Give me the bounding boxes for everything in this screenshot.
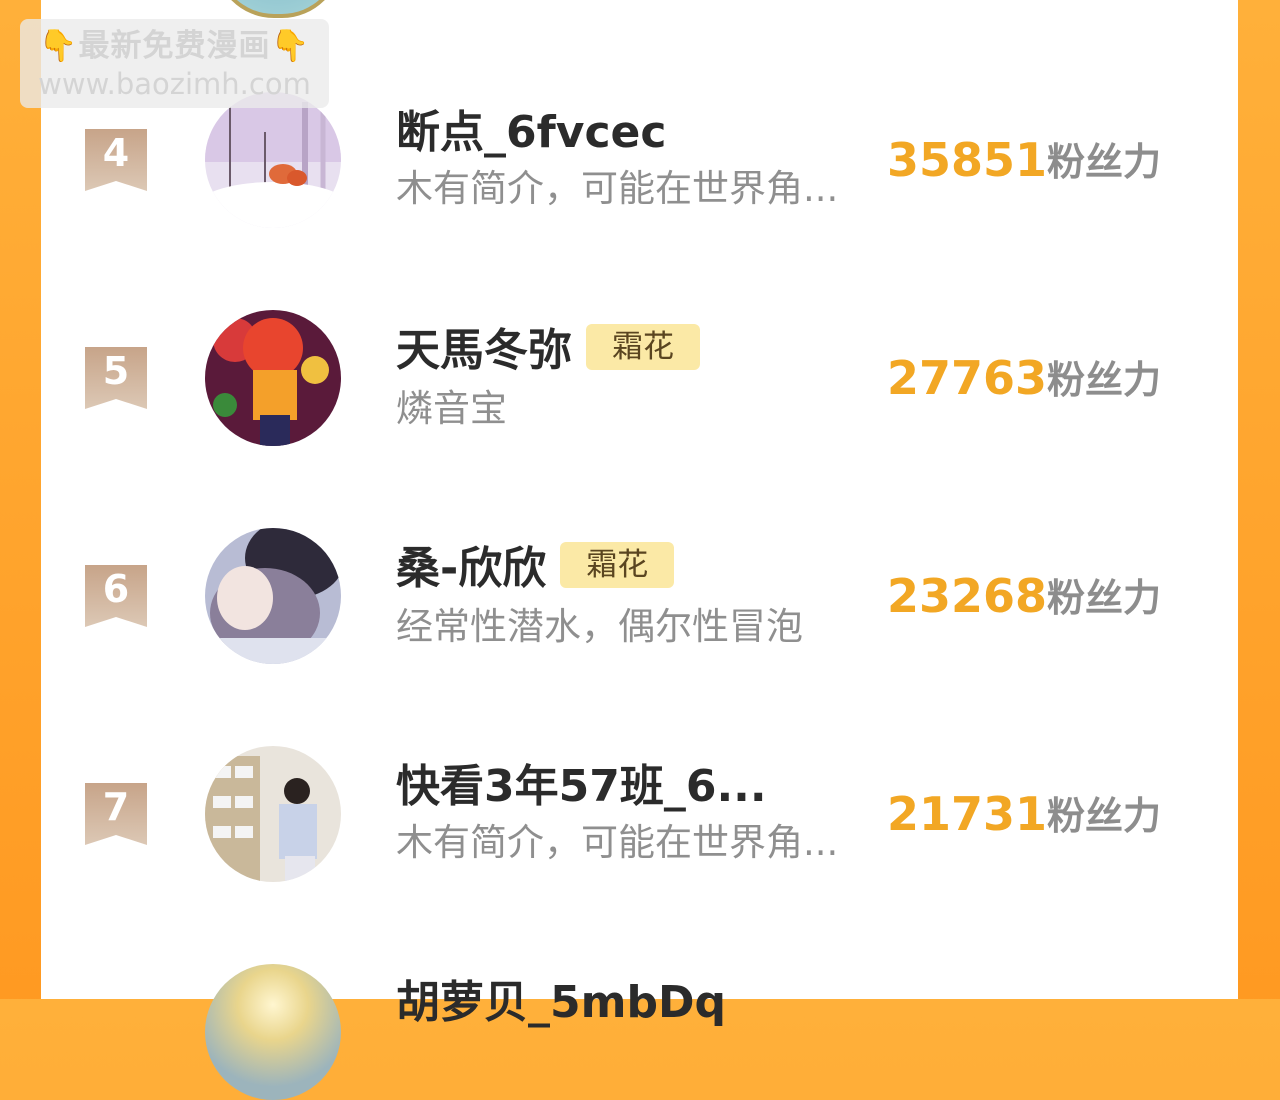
user-name: 快看3年57班_6... [396,761,767,812]
user-description: 经常性潜水，偶尔性冒泡 [396,605,803,648]
fan-score: 35851 [887,133,1048,187]
rank-number: 5 [102,349,130,393]
ranking-row[interactable]: 6 桑-欣欣 霜花 经常性潜水，偶尔性冒泡 23268 粉丝力 [0,528,1280,691]
user-title-badge: 霜花 [560,542,675,588]
rank-badge: 6 [85,565,147,627]
user-description: 木有简介，可能在世界角... [396,167,839,210]
fan-score: 27763 [887,351,1048,405]
watermark: 👇最新免费漫画👇 www.baozimh.com [20,19,329,108]
user-name: 桑-欣欣 [396,543,547,594]
ranking-row[interactable]: 5 天馬冬弥 霜花 燐音宝 27763 粉丝力 [0,310,1280,473]
rank-number: 4 [102,131,130,175]
next-user-name: 胡萝贝_5mbDq [396,977,726,1028]
rank-number: 6 [102,567,130,611]
fox-snow-avatar[interactable] [205,92,341,228]
user-title-badge: 霜花 [586,324,700,370]
fan-score-unit: 粉丝力 [1047,358,1162,402]
rank-badge: 4 [85,129,147,191]
anime-redhair-avatar[interactable] [205,310,341,446]
fan-score-unit: 粉丝力 [1047,140,1162,184]
fan-score-unit: 粉丝力 [1047,576,1162,620]
watermark-text: 最新免费漫画 [78,28,271,64]
fan-score-unit: 粉丝力 [1047,794,1162,838]
user-name: 断点_6fvcec [396,107,667,158]
rank-number: 7 [102,785,130,829]
fan-score: 23268 [887,569,1048,623]
user-description: 燐音宝 [396,387,507,430]
watermark-url: www.baozimh.com [38,67,311,101]
fan-score: 21731 [887,787,1048,841]
pointing-down-icon: 👇 [38,28,79,64]
rank-badge: 7 [85,783,147,845]
anime-couple-avatar[interactable] [205,528,341,664]
pointing-down-icon: 👇 [270,28,311,64]
ranking-row[interactable]: 7 快看3年57班_6... 木有简介，可能在世界角... 21731 粉丝力 [0,746,1280,909]
ranking-row[interactable]: 4 断点_6fvcec 木有简介，可能在世界角... 35851 粉丝力 [0,92,1280,255]
user-description: 木有简介，可能在世界角... [396,821,839,864]
girl-photo-avatar[interactable] [205,746,341,882]
rank-badge: 5 [85,347,147,409]
user-name: 天馬冬弥 [396,325,572,376]
next-user-avatar[interactable] [205,964,341,1100]
